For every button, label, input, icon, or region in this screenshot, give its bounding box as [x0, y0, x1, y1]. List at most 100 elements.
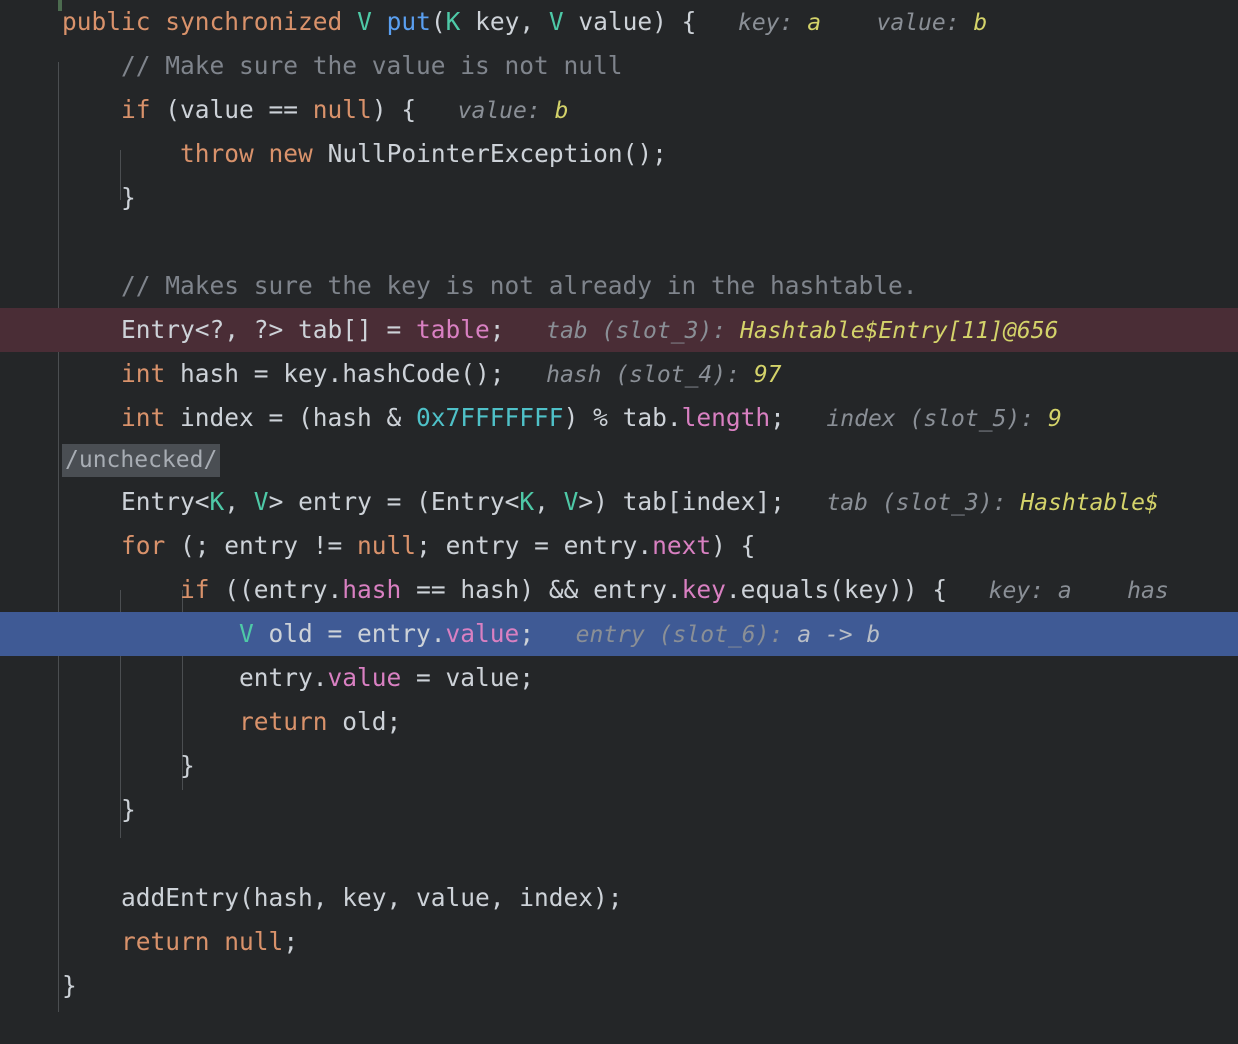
code-token: (value == [150, 95, 313, 124]
code-token: V [357, 7, 372, 36]
code-line[interactable]: // Make sure the value is not null [0, 44, 1238, 88]
code-token: put [386, 7, 431, 36]
debug-hint-label[interactable]: tab (slot_3): [546, 318, 740, 344]
code-token: value [327, 663, 402, 692]
code-token: >) tab[index]; [578, 487, 785, 516]
debug-hint-label[interactable]: key: [738, 10, 807, 36]
code-line[interactable]: /unchecked/ [0, 440, 1238, 480]
code-line-content: for (; entry != null; entry = entry.next… [62, 524, 755, 568]
code-token: old = entry. [253, 619, 446, 648]
code-line[interactable]: return null; [0, 920, 1238, 964]
code-lines[interactable]: public synchronized V put(K key, V value… [0, 0, 1238, 1008]
code-line[interactable]: throw new NullPointerException(); [0, 132, 1238, 176]
code-token: null [312, 95, 372, 124]
code-line-content: /unchecked/ [62, 440, 221, 480]
code-token: synchronized [165, 7, 343, 36]
code-token: K [209, 487, 225, 516]
code-token: new [268, 139, 313, 168]
code-token: ) { [371, 95, 417, 124]
code-token: public [62, 7, 151, 36]
code-line[interactable]: Entry<?, ?> tab[] = table; tab (slot_3):… [0, 308, 1238, 352]
code-line[interactable] [0, 220, 1238, 264]
code-token: entry. [62, 663, 328, 692]
code-line[interactable]: return old; [0, 700, 1238, 744]
hint-spacer [821, 10, 876, 36]
code-line[interactable]: addEntry(hash, key, value, index); [0, 876, 1238, 920]
code-line[interactable]: } [0, 964, 1238, 1008]
code-line[interactable]: } [0, 788, 1238, 832]
code-token: 0x7FFFFFFF [416, 403, 564, 432]
code-line[interactable]: if (value == null) { value: b [0, 88, 1238, 132]
code-line[interactable]: public synchronized V put(K key, V value… [0, 0, 1238, 44]
debug-hint-value[interactable]: Hashtable$ [1020, 490, 1158, 516]
debug-hint-value[interactable]: a -> b [797, 622, 880, 648]
code-token: (; entry != [165, 531, 358, 560]
code-token: if [180, 575, 210, 604]
debug-hint-value[interactable]: a [1058, 578, 1072, 604]
debug-hint-label[interactable]: value: [876, 10, 973, 36]
hint-spacer [696, 10, 738, 36]
code-token: ; [519, 619, 535, 648]
code-token: null [357, 531, 417, 560]
debug-hint-value[interactable]: Hashtable$Entry[11]@656 [740, 318, 1059, 344]
code-line[interactable]: } [0, 744, 1238, 788]
code-token: key, [460, 7, 549, 36]
code-line-content: // Make sure the value is not null [62, 44, 623, 88]
code-line[interactable]: entry.value = value; [0, 656, 1238, 700]
code-token: null [224, 927, 284, 956]
code-line-content: int index = (hash & 0x7FFFFFFF) % tab.le… [62, 396, 1062, 441]
code-token: , [224, 487, 254, 516]
code-token: .equals(key)) { [725, 575, 948, 604]
code-token: , [534, 487, 564, 516]
code-line[interactable]: V old = entry.value; entry (slot_6): a -… [0, 612, 1238, 656]
inlay-badge-unchecked[interactable]: /unchecked/ [62, 443, 221, 477]
code-line-content: } [62, 788, 136, 832]
code-line[interactable]: if ((entry.hash == hash) && entry.key.eq… [0, 568, 1238, 612]
code-token: value) { [563, 7, 697, 36]
code-line[interactable]: for (; entry != null; entry = entry.next… [0, 524, 1238, 568]
hint-spacer [534, 622, 576, 648]
debug-hint-label[interactable]: entry (slot_6): [576, 622, 798, 648]
debug-hint-label[interactable]: index (slot_5): [826, 406, 1048, 432]
code-line-content: if ((entry.hash == hash) && entry.key.eq… [62, 568, 1169, 613]
code-line[interactable]: Entry<K, V> entry = (Entry<K, V>) tab[in… [0, 480, 1238, 524]
debug-hint-label[interactable]: has [1127, 578, 1169, 604]
debug-hint-value[interactable]: b [973, 10, 987, 36]
debug-hint-value[interactable]: b [555, 98, 569, 124]
code-line-content: } [62, 176, 136, 220]
code-token: V [253, 487, 269, 516]
code-token: == hash) && entry. [401, 575, 682, 604]
debug-hint-value[interactable]: a [807, 10, 821, 36]
debug-hint-label[interactable]: value: [458, 98, 555, 124]
code-line[interactable]: int hash = key.hashCode(); hash (slot_4)… [0, 352, 1238, 396]
debug-hint-label[interactable]: key: [989, 578, 1058, 604]
code-line[interactable]: } [0, 176, 1238, 220]
code-token: } [62, 795, 136, 824]
code-line[interactable]: int index = (hash & 0x7FFFFFFF) % tab.le… [0, 396, 1238, 440]
code-line-content: return old; [62, 700, 401, 744]
hint-spacer [1072, 578, 1127, 604]
code-line-content: } [62, 964, 77, 1008]
code-token: hash [342, 575, 402, 604]
code-line-content [62, 832, 77, 876]
code-token: int [121, 403, 166, 432]
debug-hint-value[interactable]: 97 [754, 362, 782, 388]
code-editor[interactable]: public synchronized V put(K key, V value… [0, 0, 1238, 1044]
debug-hint-label[interactable]: tab (slot_3): [826, 490, 1020, 516]
code-token: return [121, 927, 210, 956]
hint-spacer [785, 406, 827, 432]
debug-hint-label[interactable]: hash (slot_4): [546, 362, 754, 388]
code-line-content: entry.value = value; [62, 656, 534, 700]
debug-hint-value[interactable]: 9 [1048, 406, 1062, 432]
code-line[interactable] [0, 832, 1238, 876]
code-line[interactable]: // Makes sure the key is not already in … [0, 264, 1238, 308]
code-token: ; [489, 315, 505, 344]
